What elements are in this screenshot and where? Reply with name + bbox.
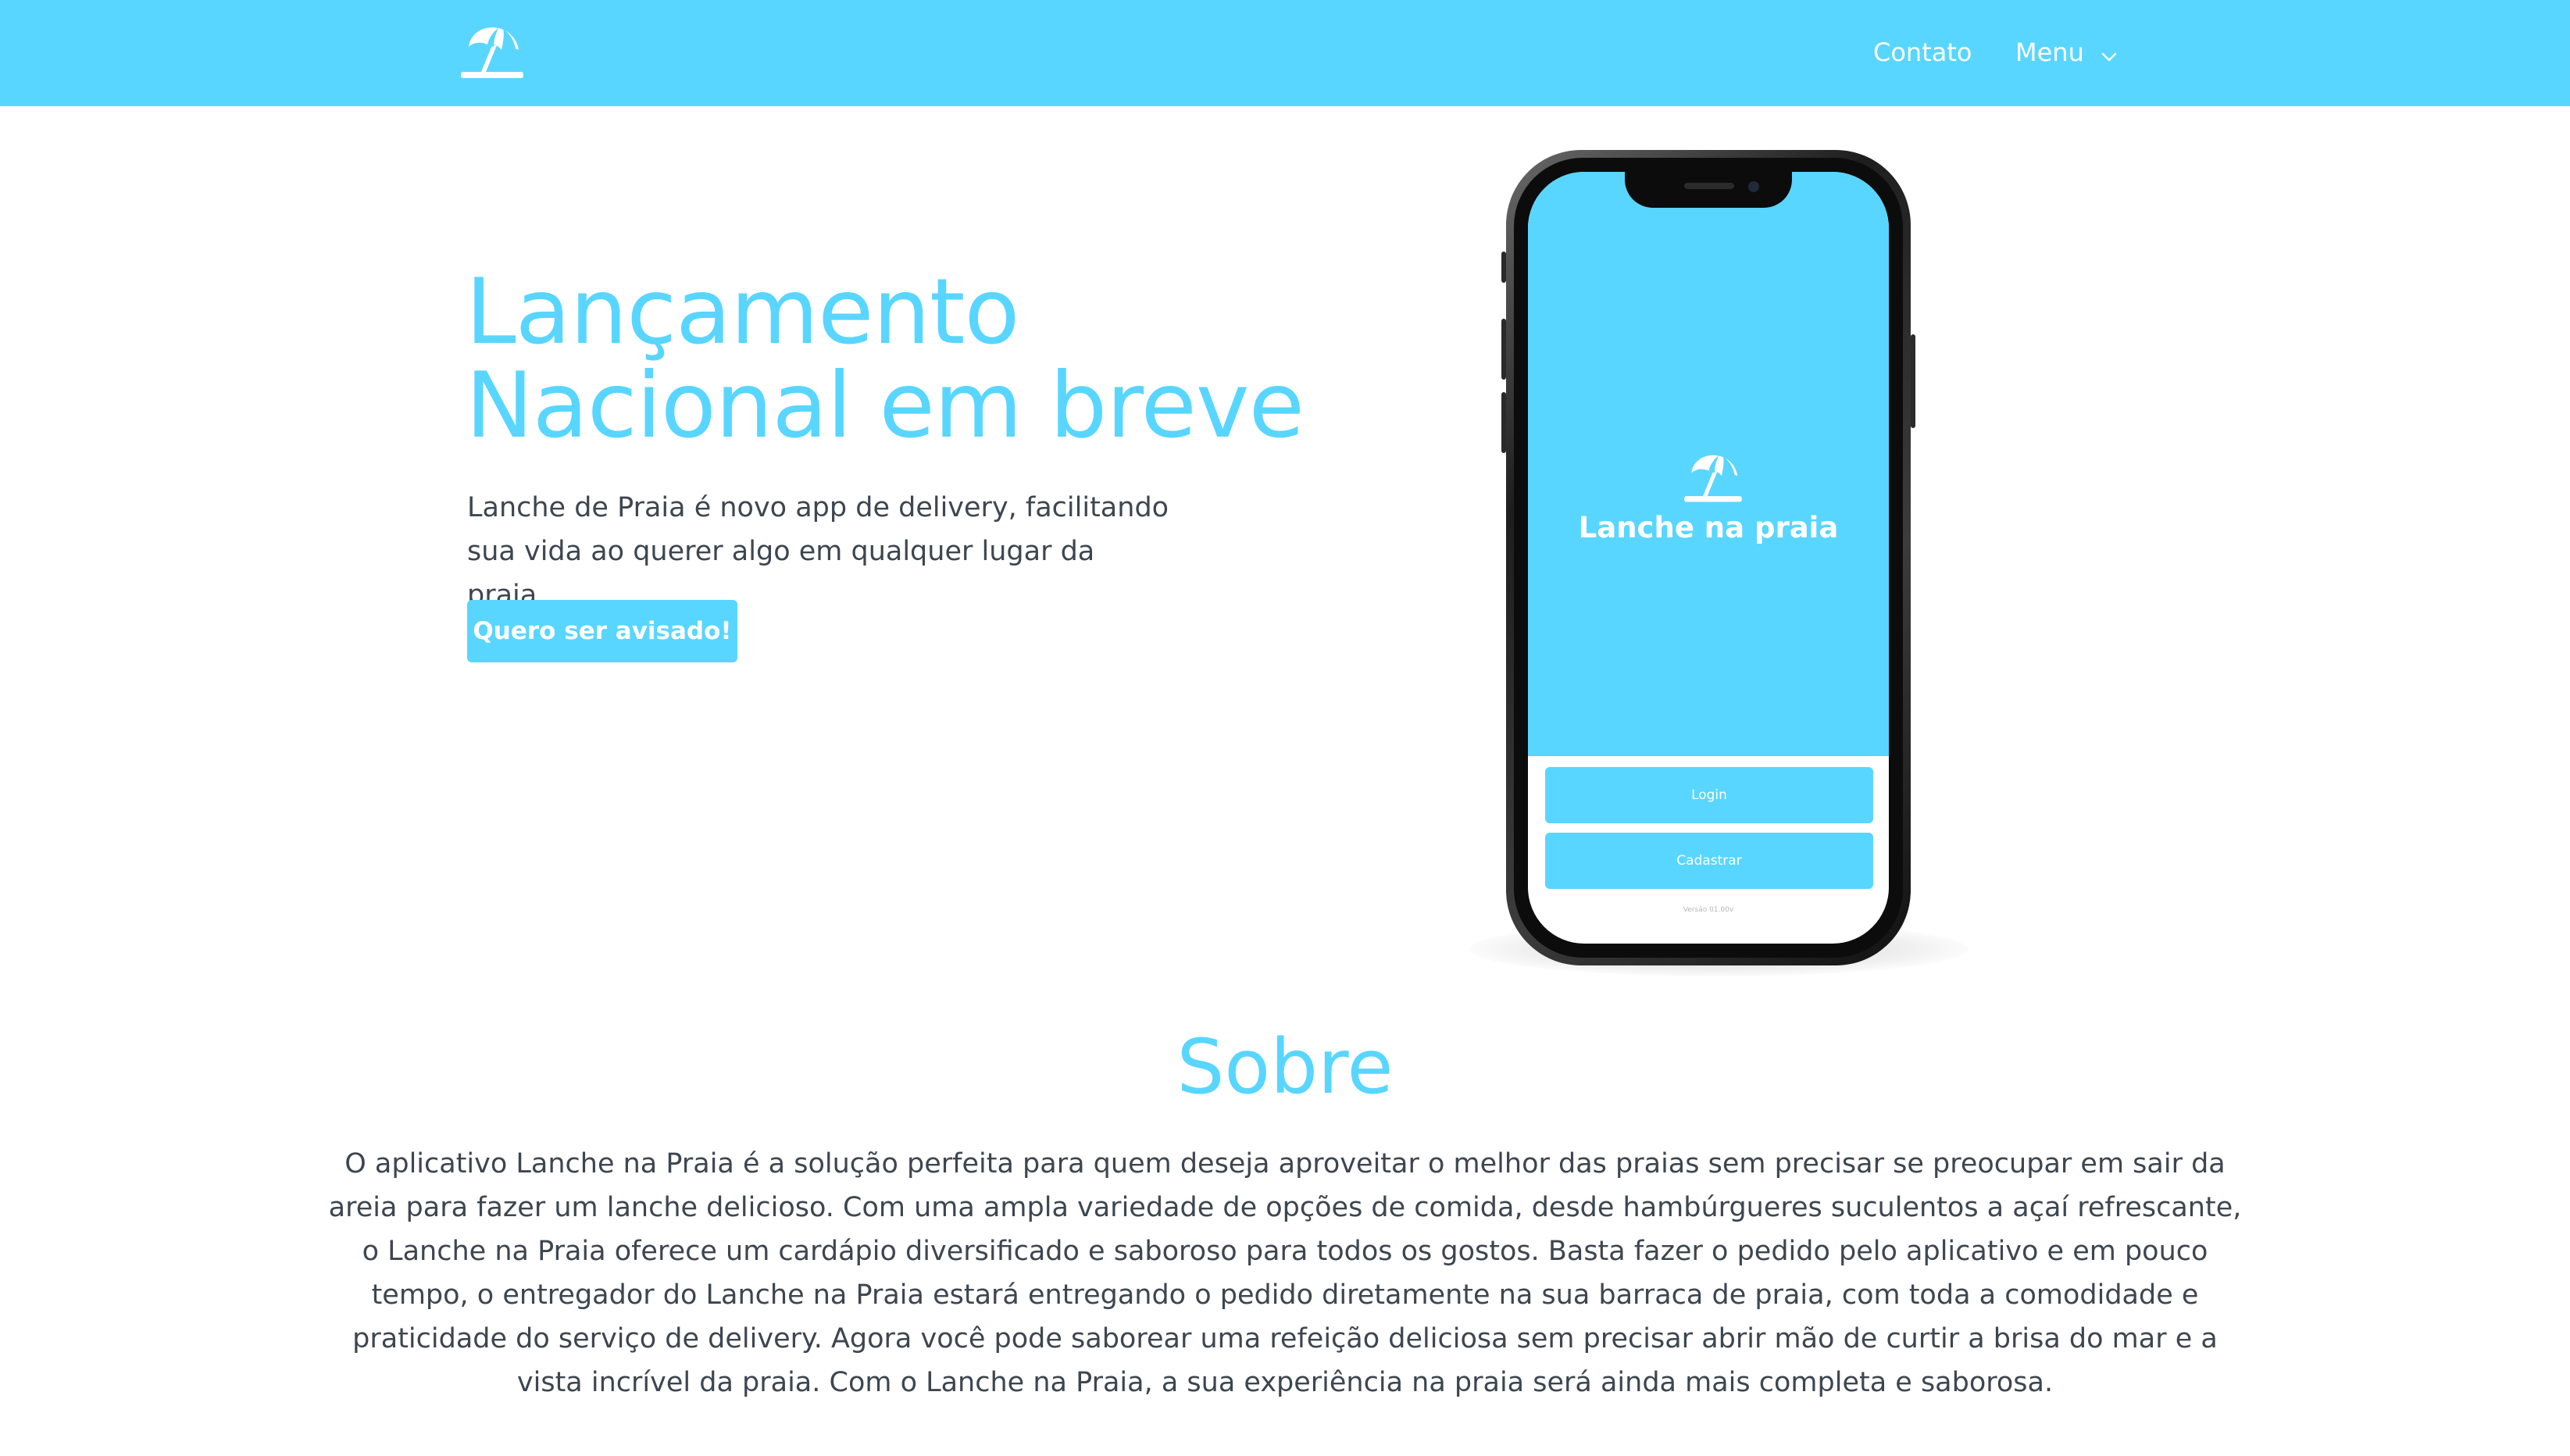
nav-menu-label: Menu xyxy=(2015,37,2084,67)
app-login-button[interactable]: Login xyxy=(1545,767,1873,823)
phone-screen: Lanche na praia Login Cadastrar Versão 0… xyxy=(1528,172,1889,944)
app-splash: Lanche na praia xyxy=(1528,172,1889,756)
notify-me-button[interactable]: Quero ser avisado! xyxy=(467,600,737,662)
phone-volume-up xyxy=(1501,319,1506,380)
app-name: Lanche na praia xyxy=(1578,511,1839,544)
phone-speaker xyxy=(1684,183,1734,189)
phone-mute-switch xyxy=(1501,252,1506,283)
top-navbar: Contato Menu xyxy=(0,0,2570,106)
hero-title-line2: Nacional em breve xyxy=(466,353,1305,459)
phone-camera xyxy=(1748,181,1759,192)
beach-umbrella-icon[interactable] xyxy=(458,23,525,83)
phone-power-button xyxy=(1911,334,1915,428)
about-title: Sobre xyxy=(1176,1023,1394,1111)
chevron-down-icon xyxy=(2098,41,2120,63)
nav-contato-link[interactable]: Contato xyxy=(1873,34,1972,70)
about-text: O aplicativo Lanche na Praia é a solução… xyxy=(328,1148,2242,1398)
hero-title-line1: Lançamento xyxy=(466,259,1019,365)
nav-menu-dropdown[interactable]: Menu xyxy=(2015,34,2120,70)
phone-mockup: Lanche na praia Login Cadastrar Versão 0… xyxy=(1501,150,1915,965)
phone-volume-down xyxy=(1501,392,1506,453)
phone-notch xyxy=(1625,172,1792,208)
app-version: Versão 01.00v xyxy=(1683,906,1734,914)
hero-description-line1: Lanche de Praia é novo app de delivery, … xyxy=(467,492,1169,523)
app-register-button[interactable]: Cadastrar xyxy=(1545,833,1873,889)
hero-title: Lançamento Nacional em breve xyxy=(466,266,1403,453)
beach-umbrella-icon xyxy=(1681,451,1744,506)
hero-description: Lanche de Praia é novo app de delivery, … xyxy=(467,486,1170,617)
